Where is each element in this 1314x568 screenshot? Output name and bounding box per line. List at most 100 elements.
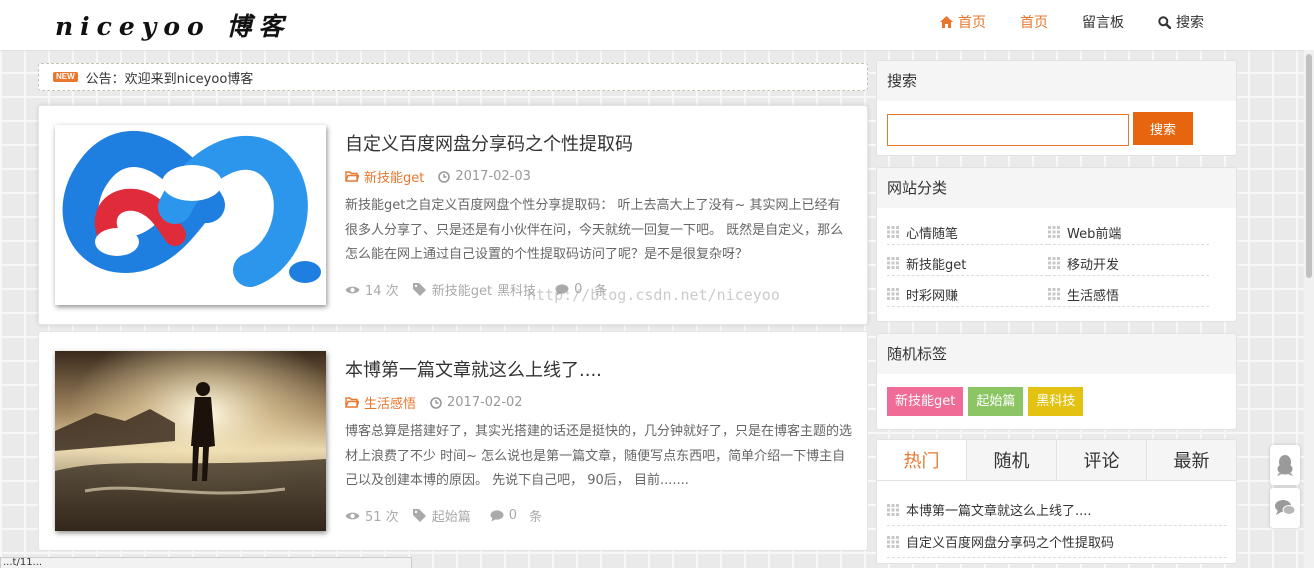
post-card: 自定义百度网盘分享码之个性提取码 新技能get 2017-02-03 新技能ge…	[38, 105, 868, 325]
post-category[interactable]: 新技能get	[345, 167, 424, 186]
category-item[interactable]: 新技能get	[887, 251, 1048, 276]
post-date-label: 2017-02-03	[455, 169, 531, 184]
category-item-label: 移动开发	[1067, 257, 1120, 273]
post-thumbnail-baidu-pan[interactable]	[55, 125, 326, 305]
comment-icon	[1275, 500, 1296, 515]
search-icon	[1158, 15, 1171, 29]
scrollbar-thumb[interactable]	[1306, 54, 1312, 278]
nav-search[interactable]: 搜索	[1158, 12, 1204, 32]
grid-icon	[887, 226, 899, 238]
tag-chip[interactable]: 起始篇	[968, 387, 1024, 416]
qq-button[interactable]	[1270, 445, 1300, 485]
tab-hot[interactable]: 热门	[877, 440, 966, 480]
category-item[interactable]: 时彩网赚	[887, 282, 1048, 307]
post-date-label: 2017-02-02	[447, 395, 523, 410]
folder-icon	[345, 397, 359, 408]
home-icon	[940, 16, 953, 28]
folder-icon	[345, 171, 359, 182]
post-title[interactable]: 本博第一篇文章就这么上线了....	[345, 356, 602, 382]
post-category-label: 生活感悟	[364, 397, 417, 412]
nav-home-2[interactable]: 首页	[1020, 12, 1048, 32]
new-badge: NEW	[53, 72, 78, 82]
comment-count-value: 0	[574, 282, 583, 297]
tag-chip[interactable]: 新技能get	[887, 387, 964, 416]
post-excerpt: 博客总算是搭建好了，其实光搭建的话还是挺快的，几分钟就好了，只是在博客主题的选材…	[345, 424, 853, 488]
grid-icon	[887, 288, 899, 300]
tab-comments[interactable]: 评论	[1056, 440, 1146, 480]
list-item[interactable]: 自定义百度网盘分享码之个性提取码	[887, 526, 1227, 558]
comment-icon	[555, 283, 569, 295]
search-input[interactable]	[887, 114, 1129, 146]
grid-icon	[1048, 288, 1060, 300]
nav-guestbook[interactable]: 留言板	[1082, 12, 1124, 32]
list-item-label: 本博第一篇文章就这么上线了....	[906, 504, 1092, 519]
tag-chip[interactable]: 黑科技	[1028, 387, 1084, 416]
post-card: 本博第一篇文章就这么上线了.... 生活感悟 2017-02-02 博客总算是搭…	[38, 331, 868, 551]
grid-icon	[887, 257, 899, 269]
comment-float-button[interactable]	[1270, 488, 1300, 528]
list-item[interactable]: 本博第一篇文章就这么上线了....	[887, 494, 1227, 526]
grid-icon	[887, 503, 899, 516]
post-tag-link[interactable]: 新技能get	[432, 280, 492, 299]
view-count-label: 14 次	[365, 284, 399, 299]
post-tabs-widget: 热门 随机 评论 最新 本博第一篇文章就这么上线了.... 自定义百度网盘分享码…	[876, 439, 1237, 564]
tag-widget-title: 随机标签	[877, 334, 1236, 374]
post-tags: 起始篇	[412, 506, 476, 525]
qq-icon	[1277, 455, 1293, 476]
post-title[interactable]: 自定义百度网盘分享码之个性提取码	[345, 130, 633, 156]
post-category-label: 新技能get	[364, 171, 425, 186]
post-thumbnail-beach[interactable]	[55, 351, 326, 531]
eye-icon	[345, 286, 360, 293]
grid-icon	[887, 535, 899, 548]
search-widget: 搜索 搜索	[876, 60, 1237, 156]
category-item[interactable]: 生活感悟	[1048, 282, 1209, 307]
category-item[interactable]: 心情随笔	[887, 220, 1048, 245]
clock-icon	[438, 170, 451, 183]
category-widget-title: 网站分类	[877, 168, 1236, 208]
category-item-label: 心情随笔	[906, 226, 959, 242]
tag-icon	[412, 509, 426, 522]
site-logo[interactable]: niceyoo 博客	[55, 7, 290, 43]
post-category[interactable]: 生活感悟	[345, 393, 416, 412]
post-stats: 14 次 新技能get 黑科技 0 条	[345, 280, 621, 299]
post-tag-link[interactable]: 起始篇	[432, 506, 471, 525]
announcement-text[interactable]: 公告：欢迎来到niceyoo博客	[86, 68, 254, 87]
clock-icon	[430, 396, 442, 409]
post-excerpt: 新技能get之自定义百度网盘个性分享提取码： 听上去高大上了没有~ 其实网上已经…	[345, 198, 844, 262]
post-tag-link[interactable]: 黑科技	[497, 280, 536, 299]
browser-status-bar: ...t/11...	[0, 557, 412, 568]
category-item-label: 新技能get	[906, 257, 967, 273]
comment-count[interactable]: 0 条	[555, 280, 607, 299]
category-item[interactable]: Web前端	[1048, 220, 1209, 245]
nav-search-label: 搜索	[1176, 15, 1204, 31]
list-item-label: 自定义百度网盘分享码之个性提取码	[906, 536, 1115, 551]
nav-home-2-label: 首页	[1020, 15, 1048, 31]
grid-icon	[1048, 257, 1060, 269]
comment-count-value: 0	[508, 508, 517, 523]
category-item-label: 时彩网赚	[906, 288, 959, 304]
nav-home-label: 首页	[958, 15, 986, 31]
search-button[interactable]: 搜索	[1133, 112, 1193, 145]
view-count: 51 次	[345, 506, 399, 525]
comment-count[interactable]: 0 条	[490, 506, 542, 525]
post-meta: 新技能get 2017-02-03	[345, 167, 531, 186]
tab-random[interactable]: 随机	[966, 440, 1056, 480]
view-count: 14 次	[345, 280, 399, 299]
tab-post-list: 本博第一篇文章就这么上线了.... 自定义百度网盘分享码之个性提取码	[887, 494, 1227, 558]
post-tags: 新技能get 黑科技	[412, 280, 541, 299]
category-list: 心情随笔 Web前端 新技能get 移动开发 时彩网赚 生活感悟	[887, 220, 1217, 313]
tag-icon	[412, 283, 426, 296]
comment-icon	[490, 509, 504, 521]
view-count-label: 51 次	[365, 510, 399, 525]
tag-widget: 随机标签 新技能get 起始篇 黑科技	[876, 333, 1237, 430]
post-meta: 生活感悟 2017-02-02	[345, 393, 523, 412]
post-date: 2017-02-03	[438, 169, 531, 184]
tab-latest[interactable]: 最新	[1146, 440, 1236, 480]
category-item[interactable]: 移动开发	[1048, 251, 1209, 276]
main-nav: 首页 首页 留言板 搜索	[906, 0, 1204, 44]
grid-icon	[1048, 226, 1060, 238]
nav-guestbook-label: 留言板	[1082, 15, 1124, 31]
comment-count-unit: 条	[528, 510, 542, 525]
nav-home[interactable]: 首页	[940, 12, 986, 32]
announcement-bar: NEW 公告：欢迎来到niceyoo博客	[38, 63, 868, 91]
